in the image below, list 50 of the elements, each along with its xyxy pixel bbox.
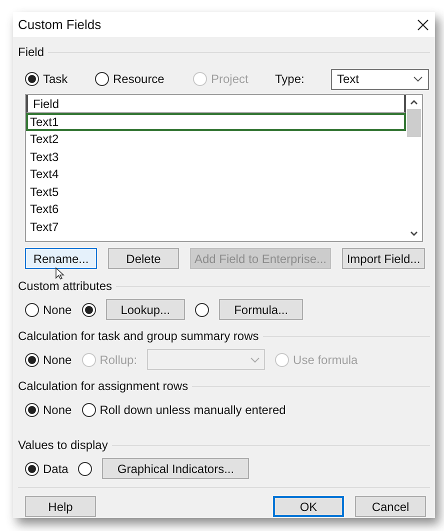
chevron-down-icon (250, 356, 260, 362)
group-label: Calculation for task and group summary rows (18, 328, 259, 345)
radio-button[interactable] (78, 462, 92, 476)
radio-button[interactable] (95, 72, 109, 86)
radio-label: Resource (113, 71, 164, 88)
window-title: Custom Fields (18, 16, 102, 34)
scrollbar-thumb[interactable] (407, 109, 421, 137)
dialog-button[interactable]: Help (25, 496, 96, 517)
radio-button[interactable] (25, 402, 39, 416)
group-label: Field (18, 44, 44, 61)
radio-label: None (43, 402, 72, 418)
radio-button[interactable] (195, 302, 210, 316)
radio-label: None (43, 302, 72, 318)
list-row[interactable]: Text3 (26, 148, 406, 166)
list-row[interactable]: Text5 (26, 183, 406, 200)
action-button[interactable]: Graphical Indicators... (102, 458, 250, 479)
mouse-pointer-icon (55, 267, 65, 280)
radio-label: Roll down unless manually entered (100, 402, 286, 418)
action-button[interactable]: Delete (108, 248, 179, 269)
radio-label: Use formula (293, 352, 358, 368)
radio-button[interactable] (25, 462, 39, 476)
list-row[interactable]: Text7 (26, 218, 406, 236)
group-label: Calculation for assignment rows (18, 378, 188, 395)
action-button[interactable]: Import Field... (342, 248, 425, 269)
chevron-down-icon (413, 76, 423, 82)
radio-button[interactable] (25, 352, 39, 366)
group-label: Values to display (18, 437, 108, 454)
group-label: Custom attributes (18, 278, 112, 295)
radio-label: Project (211, 71, 248, 88)
list-row[interactable]: Text6 (26, 200, 406, 218)
type-label: Type: (275, 71, 306, 88)
radio-label: Data (43, 460, 68, 478)
action-button[interactable]: Rename... (25, 248, 97, 269)
close-icon[interactable] (417, 18, 429, 30)
action-button[interactable]: Formula... (219, 299, 304, 320)
radio-label: Rollup: (100, 352, 138, 368)
action-button[interactable]: Lookup... (106, 299, 186, 320)
radio-label: Task (43, 71, 68, 88)
column-header[interactable]: Field (26, 95, 406, 113)
dialog-button[interactable]: OK (273, 496, 344, 517)
dialog-button[interactable]: Cancel (355, 496, 426, 517)
list-row[interactable]: Text1 (26, 113, 406, 130)
type-dropdown[interactable]: Text (331, 68, 429, 90)
radio-label: None (43, 352, 72, 368)
list-row[interactable]: Text2 (26, 130, 406, 148)
list-row[interactable]: Text4 (26, 166, 406, 183)
radio-button[interactable] (25, 72, 39, 86)
radio-button[interactable] (25, 302, 39, 316)
radio-button[interactable] (82, 302, 96, 316)
radio-button[interactable] (82, 402, 96, 416)
